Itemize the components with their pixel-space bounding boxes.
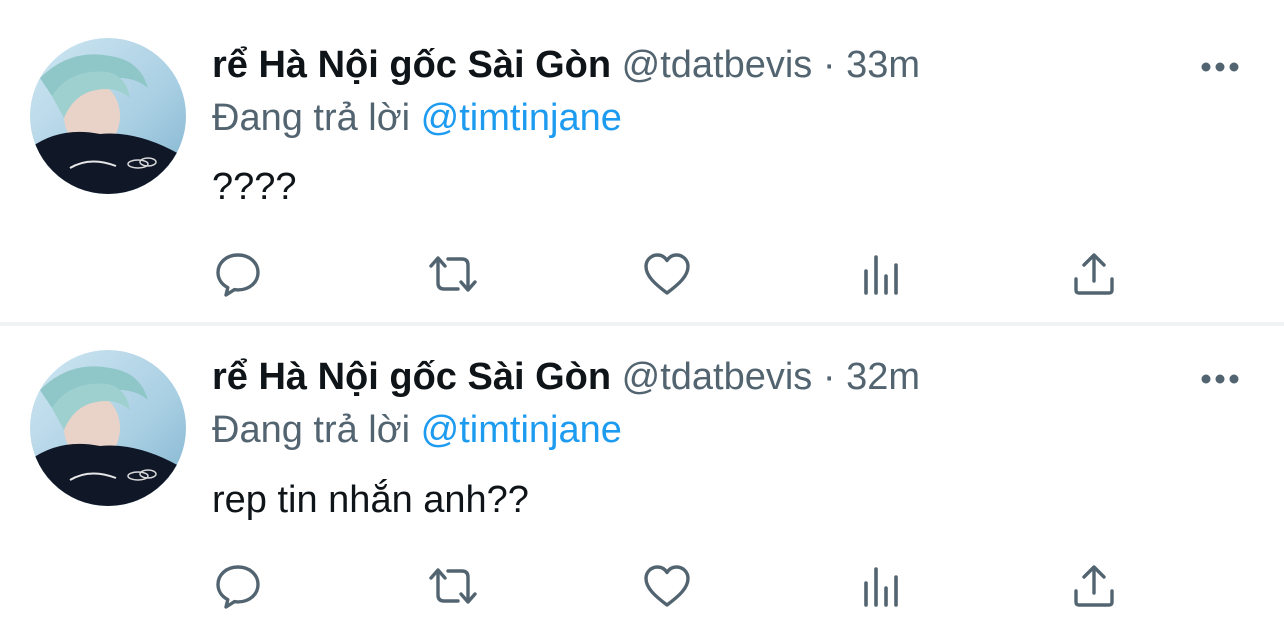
separator-dot: ·	[822, 356, 836, 398]
reply-icon[interactable]	[210, 558, 266, 614]
replying-to: Đang trả lời @timtinjane	[212, 405, 622, 455]
tweet-actions	[0, 246, 1284, 302]
analytics-icon[interactable]	[853, 246, 909, 302]
share-icon[interactable]	[1066, 246, 1122, 302]
tweet[interactable]: rể Hà Nội gốc Sài Gòn @tdatbevis · 33m Đ…	[0, 0, 1284, 322]
separator-dot: ·	[822, 44, 836, 86]
tweet-header: rể Hà Nội gốc Sài Gòn @tdatbevis · 32m	[212, 352, 920, 402]
mention-link[interactable]: @timtinjane	[421, 97, 622, 139]
display-name[interactable]: rể Hà Nội gốc Sài Gòn	[212, 356, 611, 398]
like-icon[interactable]	[639, 558, 695, 614]
display-name[interactable]: rể Hà Nội gốc Sài Gòn	[212, 44, 611, 86]
more-options-icon[interactable]	[1196, 364, 1244, 394]
timestamp[interactable]: 32m	[846, 356, 920, 398]
more-options-icon[interactable]	[1196, 52, 1244, 82]
user-handle[interactable]: @tdatbevis	[622, 44, 813, 86]
replying-label: Đang trả lời	[212, 409, 411, 451]
reply-icon[interactable]	[210, 246, 266, 302]
like-icon[interactable]	[639, 246, 695, 302]
user-handle[interactable]: @tdatbevis	[622, 356, 813, 398]
timestamp[interactable]: 33m	[846, 44, 920, 86]
tweet-text: ????	[212, 166, 297, 208]
share-icon[interactable]	[1066, 558, 1122, 614]
tweet-header: rể Hà Nội gốc Sài Gòn @tdatbevis · 33m	[212, 40, 920, 90]
avatar[interactable]	[30, 38, 186, 194]
replying-label: Đang trả lời	[212, 97, 411, 139]
retweet-icon[interactable]	[425, 558, 481, 614]
analytics-icon[interactable]	[853, 558, 909, 614]
tweet[interactable]: rể Hà Nội gốc Sài Gòn @tdatbevis · 32m Đ…	[0, 326, 1284, 628]
avatar[interactable]	[30, 350, 186, 506]
tweet-actions	[0, 558, 1284, 614]
retweet-icon[interactable]	[425, 246, 481, 302]
replying-to: Đang trả lời @timtinjane	[212, 93, 622, 143]
mention-link[interactable]: @timtinjane	[421, 409, 622, 451]
tweet-text: rep tin nhắn anh??	[212, 479, 529, 521]
